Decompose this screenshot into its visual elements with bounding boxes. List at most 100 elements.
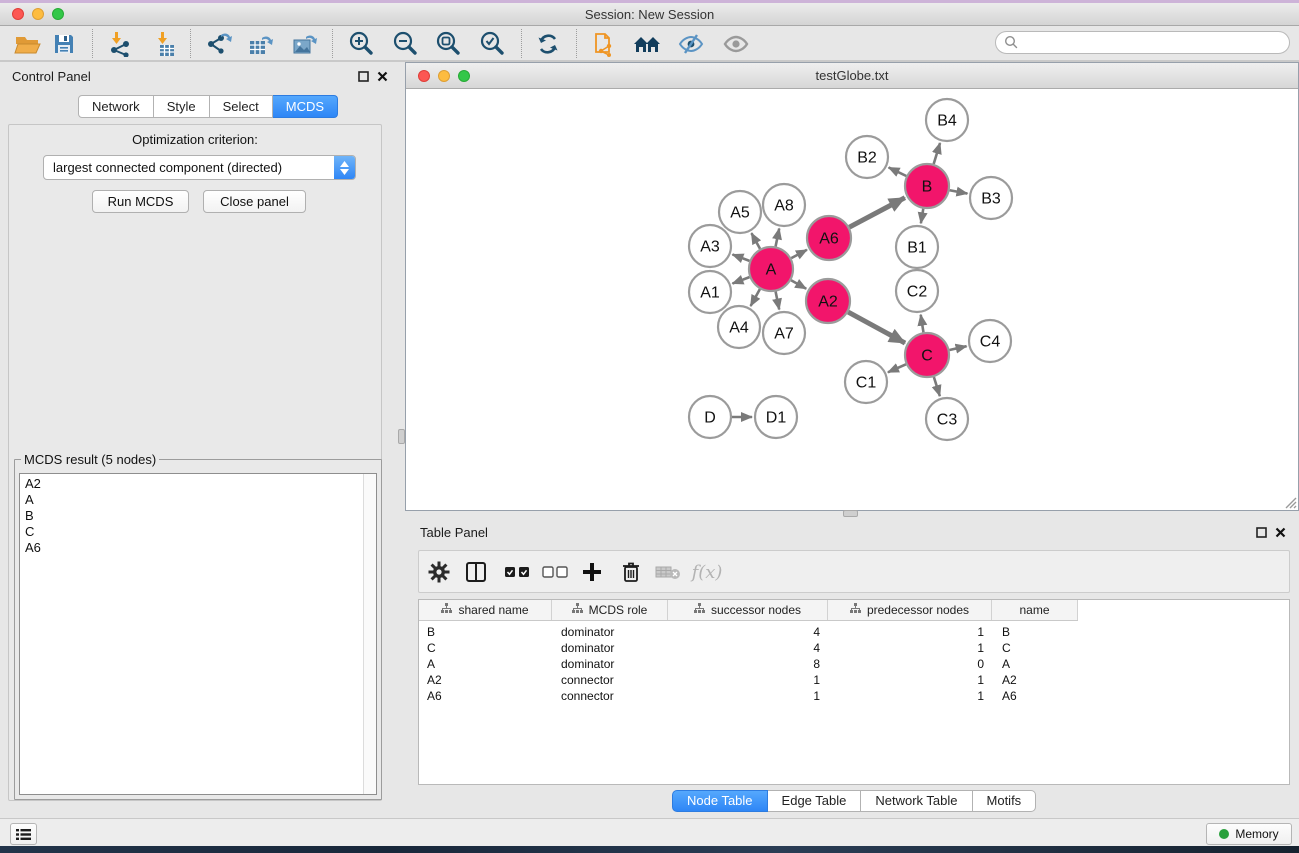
- zoom-window-button[interactable]: [52, 8, 64, 20]
- column-header-successor-nodes[interactable]: successor nodes: [668, 600, 828, 620]
- graph-edge-B-B4[interactable]: [934, 143, 940, 164]
- refresh-view-icon[interactable]: [532, 28, 564, 60]
- tab-select[interactable]: Select: [210, 95, 273, 118]
- clear-selection-icon[interactable]: [539, 557, 571, 587]
- export-image-icon[interactable]: [289, 28, 321, 60]
- tab-edge-table[interactable]: Edge Table: [768, 790, 862, 812]
- tab-network[interactable]: Network: [78, 95, 154, 118]
- network-window-titlebar[interactable]: testGlobe.txt: [406, 63, 1298, 89]
- column-header-shared-name[interactable]: shared name: [419, 600, 552, 620]
- optimization-criterion-select[interactable]: largest connected component (directed): [43, 155, 356, 180]
- network-graph[interactable]: AA1A2A3A4A5A6A7A8BB1B2B3B4CC1C2C3C4DD1: [406, 89, 1298, 510]
- memory-button[interactable]: Memory: [1206, 823, 1292, 845]
- network-canvas[interactable]: AA1A2A3A4A5A6A7A8BB1B2B3B4CC1C2C3C4DD1: [406, 89, 1298, 510]
- hide-graphics-details-icon[interactable]: [675, 28, 707, 60]
- graph-edge-A2-C[interactable]: [848, 312, 905, 343]
- settings-gear-icon[interactable]: [423, 557, 455, 587]
- column-header-name[interactable]: name: [992, 600, 1078, 620]
- graph-edge-C-C1[interactable]: [888, 364, 906, 372]
- import-network-icon[interactable]: [104, 28, 136, 60]
- graph-node-B2[interactable]: B2: [846, 136, 888, 178]
- graph-node-A7[interactable]: A7: [763, 312, 805, 354]
- import-table-icon[interactable]: [150, 28, 182, 60]
- home-icon[interactable]: [631, 28, 663, 60]
- vertical-splitter-handle[interactable]: [843, 510, 858, 517]
- graph-edge-A-A3[interactable]: [732, 254, 749, 260]
- network-close-button[interactable]: [418, 70, 430, 82]
- graph-edge-B-B2[interactable]: [889, 167, 907, 176]
- result-item-A6[interactable]: A6: [20, 540, 376, 556]
- graph-edge-A-A4[interactable]: [751, 289, 760, 306]
- graph-node-B[interactable]: B: [905, 164, 949, 208]
- graph-node-C2[interactable]: C2: [896, 270, 938, 312]
- tab-motifs[interactable]: Motifs: [973, 790, 1037, 812]
- graph-edge-C-C3[interactable]: [934, 377, 940, 396]
- graph-node-A8[interactable]: A8: [763, 184, 805, 226]
- graph-node-A5[interactable]: A5: [719, 191, 761, 233]
- result-item-A2[interactable]: A2: [20, 476, 376, 492]
- graph-edge-A-A5[interactable]: [751, 233, 760, 249]
- graph-node-C[interactable]: C: [905, 333, 949, 377]
- mcds-result-list[interactable]: A2ABCA6: [19, 473, 377, 795]
- network-zoom-button[interactable]: [458, 70, 470, 82]
- add-column-icon[interactable]: [576, 557, 608, 587]
- column-header-predecessor-nodes[interactable]: predecessor nodes: [828, 600, 992, 620]
- run-mcds-button[interactable]: Run MCDS: [92, 190, 189, 213]
- graph-node-C3[interactable]: C3: [926, 398, 968, 440]
- task-history-button[interactable]: [10, 823, 37, 845]
- result-scrollbar[interactable]: [363, 474, 376, 794]
- network-minimize-button[interactable]: [438, 70, 450, 82]
- graph-node-A4[interactable]: A4: [718, 306, 760, 348]
- graph-node-B4[interactable]: B4: [926, 99, 968, 141]
- tab-mcds[interactable]: MCDS: [273, 95, 338, 118]
- float-table-panel-icon[interactable]: [1256, 527, 1267, 538]
- graph-node-D1[interactable]: D1: [755, 396, 797, 438]
- graph-edge-C-C2[interactable]: [921, 315, 924, 333]
- table-row-A2[interactable]: A2connector11A2: [419, 672, 1289, 688]
- graph-edge-A-A1[interactable]: [732, 277, 749, 283]
- horizontal-splitter-handle[interactable]: [398, 429, 405, 444]
- graph-node-A3[interactable]: A3: [689, 225, 731, 267]
- graph-node-A1[interactable]: A1: [689, 271, 731, 313]
- zoom-out-icon[interactable]: [389, 28, 421, 60]
- graph-edge-A-A8[interactable]: [776, 229, 780, 247]
- close-panel-icon[interactable]: [377, 71, 388, 82]
- graph-edge-A-A6[interactable]: [791, 250, 807, 258]
- tab-style[interactable]: Style: [154, 95, 210, 118]
- table-row-A6[interactable]: A6connector11A6: [419, 688, 1289, 704]
- table-row-B[interactable]: Bdominator41B: [419, 624, 1289, 640]
- graph-edge-A-A2[interactable]: [791, 280, 806, 289]
- column-header-MCDS-role[interactable]: MCDS role: [552, 600, 668, 620]
- graph-edge-B-B3[interactable]: [950, 190, 968, 193]
- search-input[interactable]: [995, 31, 1290, 54]
- graph-node-B3[interactable]: B3: [970, 177, 1012, 219]
- show-graphics-details-icon[interactable]: [720, 28, 752, 60]
- graph-edge-A6-B[interactable]: [849, 198, 905, 228]
- result-item-A[interactable]: A: [20, 492, 376, 508]
- open-session-icon[interactable]: [12, 28, 44, 60]
- table-row-A[interactable]: Adominator80A: [419, 656, 1289, 672]
- save-session-icon[interactable]: [48, 28, 80, 60]
- tab-network-table[interactable]: Network Table: [861, 790, 972, 812]
- graph-node-D[interactable]: D: [689, 396, 731, 438]
- graph-node-A[interactable]: A: [749, 247, 793, 291]
- delete-column-icon[interactable]: [615, 557, 647, 587]
- zoom-in-icon[interactable]: [345, 28, 377, 60]
- zoom-fit-icon[interactable]: [432, 28, 464, 60]
- close-table-panel-icon[interactable]: [1275, 527, 1286, 538]
- graph-edge-C-C4[interactable]: [949, 346, 966, 350]
- tab-node-table[interactable]: Node Table: [672, 790, 768, 812]
- result-item-C[interactable]: C: [20, 524, 376, 540]
- select-all-icon[interactable]: [501, 557, 533, 587]
- table-row-C[interactable]: Cdominator41C: [419, 640, 1289, 656]
- float-panel-icon[interactable]: [358, 71, 369, 82]
- zoom-selected-icon[interactable]: [476, 28, 508, 60]
- graph-edge-B-B1[interactable]: [921, 209, 923, 224]
- minimize-window-button[interactable]: [32, 8, 44, 20]
- resize-grip-icon[interactable]: [1284, 496, 1297, 509]
- graph-edge-A-A7[interactable]: [776, 292, 780, 310]
- split-panel-icon[interactable]: [460, 557, 492, 587]
- close-panel-button[interactable]: Close panel: [203, 190, 306, 213]
- export-table-icon[interactable]: [245, 28, 277, 60]
- clone-network-icon[interactable]: [589, 28, 621, 60]
